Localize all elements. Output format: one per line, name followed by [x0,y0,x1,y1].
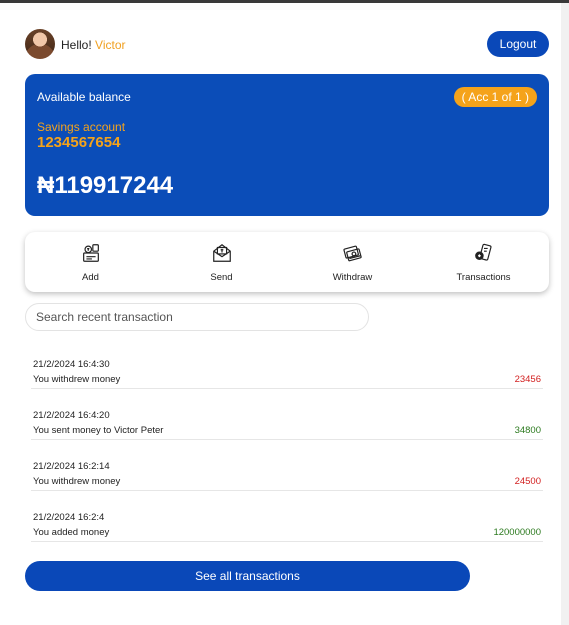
scrollbar-track[interactable] [561,3,569,625]
transaction-list: 21/2/2024 16:4:30 You withdrew money 234… [31,357,543,561]
divider [31,490,543,491]
top-border [0,0,569,3]
transactions-label: Transactions [456,272,511,283]
transaction-date: 21/2/2024 16:2:4 [33,512,105,523]
transaction-amount: 23456 [514,374,541,385]
balance-amount: ₦119917244 [37,172,174,199]
table-row[interactable]: 21/2/2024 16:4:30 You withdrew money 234… [31,357,543,408]
divider [31,388,543,389]
balance-card: Available balance ( Acc 1 of 1 ) Savings… [25,74,549,216]
transaction-description: You withdrew money [33,476,121,487]
avatar[interactable] [25,29,55,59]
transactions-icon [473,242,495,269]
add-action[interactable]: Add [25,232,156,292]
send-envelope-icon [211,242,233,269]
add-label: Add [82,272,99,283]
account-type: Savings account [37,120,126,134]
table-row[interactable]: 21/2/2024 16:2:14 You withdrew money 245… [31,459,543,510]
transaction-amount: 120000000 [493,527,541,538]
account-number: 1234567654 [37,134,121,151]
transactions-action[interactable]: Transactions [418,232,549,292]
transaction-description: You withdrew money [33,374,121,385]
greeting: Hello! Victor [61,38,126,52]
table-row[interactable]: 21/2/2024 16:2:4 You added money 1200000… [31,510,543,561]
search-input[interactable] [25,303,369,331]
transaction-description: You sent money to Victor Peter [33,425,164,436]
withdraw-label: Withdraw [332,272,373,283]
transaction-date: 21/2/2024 16:2:14 [33,461,110,472]
user-name: Victor [95,38,126,52]
greeting-text: Hello! [61,38,92,52]
balance-label: Available balance [37,90,131,104]
transaction-date: 21/2/2024 16:4:30 [33,359,110,370]
header: Hello! Victor Logout [25,29,549,61]
send-label: Send [210,272,233,283]
see-all-transactions-button[interactable]: See all transactions [25,561,470,591]
withdraw-action[interactable]: Withdraw [287,232,418,292]
account-switch-badge[interactable]: ( Acc 1 of 1 ) [453,87,537,107]
quick-actions: Add Send Withdraw Transactions [25,232,549,292]
divider [31,541,543,542]
send-action[interactable]: Send [156,232,287,292]
table-row[interactable]: 21/2/2024 16:4:20 You sent money to Vict… [31,408,543,459]
logout-button[interactable]: Logout [487,31,549,57]
transaction-date: 21/2/2024 16:4:20 [33,410,110,421]
divider [31,439,543,440]
transaction-amount: 34800 [514,425,541,436]
transaction-description: You added money [33,527,110,538]
transaction-amount: 24500 [514,476,541,487]
withdraw-cash-icon [342,242,364,269]
add-money-icon [80,242,102,269]
